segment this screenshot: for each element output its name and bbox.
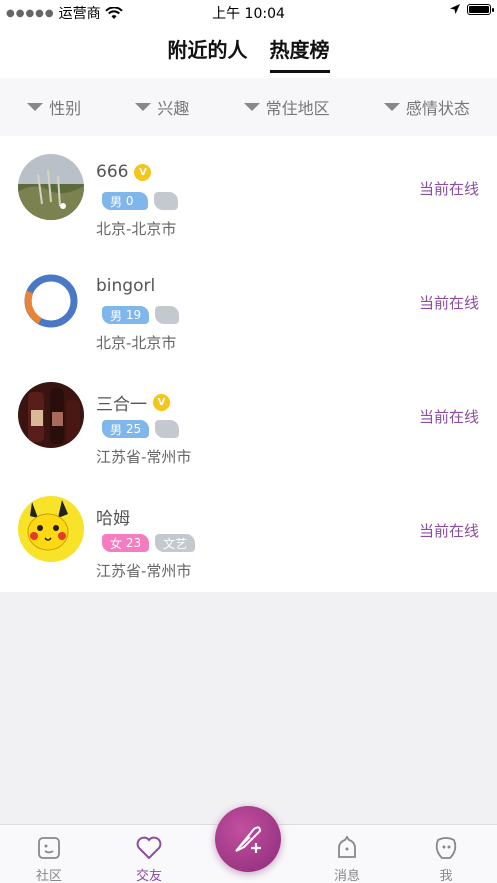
community-icon (38, 837, 60, 859)
feather-plus-icon (235, 826, 262, 853)
gender-age-tag: 男 19 (102, 306, 150, 324)
avatar[interactable] (18, 496, 84, 562)
status-bar: ●●●●● 运营商 上午 10:04 (0, 0, 497, 24)
avatar[interactable] (18, 154, 84, 220)
vip-badge-icon: V (153, 394, 170, 411)
tab-label: 消息 (333, 869, 360, 883)
interest-tag (154, 192, 178, 210)
battery-icon (467, 3, 494, 15)
gender-age-tag: 女 23 (102, 534, 150, 552)
tab-community[interactable]: 社区 (14, 835, 84, 883)
interest-tag: 文艺 (155, 534, 196, 552)
triangle-down-icon (135, 103, 152, 111)
tab-me[interactable]: 我 (411, 835, 481, 883)
filter-region[interactable]: 常住地区 (243, 95, 330, 119)
user-location: 北京-北京市 (96, 220, 177, 238)
user-row[interactable]: 三合一 V 男 25 江苏省-常州市 当前在线 (0, 364, 497, 478)
tab-label: 社区 (35, 869, 62, 883)
filter-label: 性别 (49, 99, 82, 118)
heart-icon (136, 836, 162, 860)
user-row[interactable]: bingorl 男 19 北京-北京市 当前在线 (0, 250, 497, 364)
filter-gender[interactable]: 性别 (27, 95, 81, 119)
online-status: 当前在线 (418, 522, 479, 540)
top-nav: 附近的人 热度榜 (0, 24, 497, 78)
filter-label: 兴趣 (157, 99, 190, 118)
avatar[interactable] (18, 268, 84, 334)
interest-tag (155, 420, 180, 438)
tab-nearby[interactable]: 附近的人 (168, 34, 248, 69)
user-location: 江苏省-常州市 (96, 562, 192, 580)
interest-tag (155, 306, 180, 324)
filter-label: 感情状态 (405, 99, 470, 118)
post-button[interactable] (215, 806, 281, 872)
triangle-down-icon (383, 103, 400, 111)
message-bell-icon (338, 835, 356, 858)
triangle-down-icon (243, 103, 260, 111)
filter-interest[interactable]: 兴趣 (135, 95, 189, 119)
tab-label: 我 (439, 869, 453, 883)
user-name: 哈姆 (96, 509, 130, 529)
tab-label: 交友 (135, 869, 162, 883)
filter-label: 常住地区 (265, 99, 330, 118)
user-location: 江苏省-常州市 (96, 448, 192, 466)
user-row[interactable]: 哈姆 女 23 文艺 江苏省-常州市 当前在线 (0, 478, 497, 592)
user-list: 666 V 男 0 北京-北京市 当前在线 bingorl 男 19 北京-北京… (0, 136, 497, 592)
online-status: 当前在线 (418, 294, 479, 312)
tab-messages[interactable]: 消息 (312, 835, 382, 883)
location-arrow-icon (450, 4, 460, 14)
gender-age-tag: 男 0 (102, 192, 148, 210)
online-status: 当前在线 (418, 408, 479, 426)
user-name: 三合一 (96, 395, 147, 415)
user-name: 666 (96, 162, 129, 182)
user-location: 北京-北京市 (96, 334, 177, 352)
avatar[interactable] (18, 382, 84, 448)
vip-badge-icon: V (134, 163, 152, 181)
profile-icon (435, 837, 457, 859)
filter-relationship[interactable]: 感情状态 (383, 95, 470, 119)
gender-age-tag: 男 25 (102, 420, 150, 438)
filter-bar: 性别 兴趣 常住地区 感情状态 (0, 78, 497, 136)
clock: 上午 10:04 (212, 6, 285, 22)
user-name: bingorl (96, 276, 156, 296)
tab-hot-ranking[interactable]: 热度榜 (269, 34, 330, 73)
user-row[interactable]: 666 V 男 0 北京-北京市 当前在线 (0, 136, 497, 250)
tab-dating[interactable]: 交友 (114, 835, 184, 883)
triangle-down-icon (27, 103, 44, 111)
online-status: 当前在线 (418, 180, 479, 198)
